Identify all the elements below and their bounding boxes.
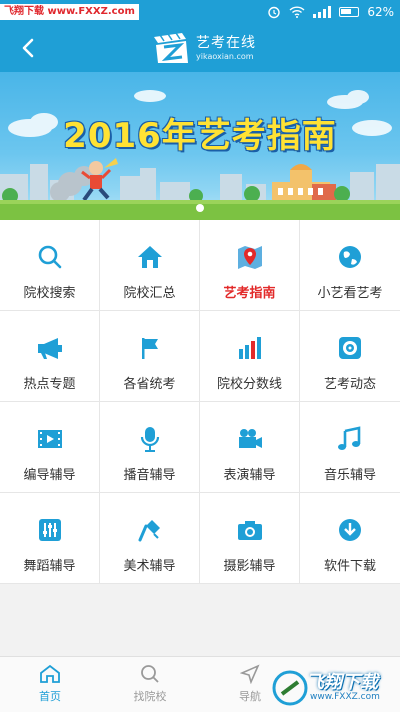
home-outline-icon	[40, 664, 60, 683]
alarm-icon	[268, 6, 281, 19]
signal-icon	[313, 6, 332, 18]
grid-item-label: 编导辅导	[23, 468, 76, 483]
camera-icon	[237, 521, 262, 540]
watermark-overlay: 飞翔下载 www.FXXZ.com	[270, 660, 400, 712]
grid-item-exam-guide[interactable]: 艺考指南	[200, 220, 300, 311]
music-note-icon	[338, 426, 361, 450]
status-bar: 飞翔下载 www.FXXZ.com 62%	[0, 0, 400, 24]
tab-home[interactable]: 首页	[0, 657, 100, 712]
megaphone-icon	[37, 338, 62, 359]
flag-icon	[141, 338, 158, 359]
carousel-dots	[0, 204, 400, 212]
paint-roller-icon	[138, 520, 160, 542]
grid-item-school-search[interactable]: 院校搜索	[0, 220, 100, 311]
battery-icon	[339, 7, 360, 17]
video-camera-icon	[238, 429, 262, 448]
grid-item-label: 表演辅导	[223, 468, 276, 483]
search-icon	[38, 245, 61, 269]
grid-item-label: 音乐辅导	[323, 468, 376, 483]
grid-item-acting-tutoring[interactable]: 表演辅导	[200, 402, 300, 493]
grid-item-label: 热点专题	[23, 377, 76, 392]
search-icon	[141, 665, 159, 683]
grid-item-label: 播音辅导	[123, 468, 176, 483]
grid-item-label: 舞蹈辅导	[23, 559, 76, 574]
grid-item-xiaoyi-view[interactable]: 小艺看艺考	[300, 220, 400, 311]
grid-item-dance-tutoring[interactable]: 舞蹈辅导	[0, 493, 100, 584]
grid-item-music-tutoring[interactable]: 音乐辅导	[300, 402, 400, 493]
grid-item-software-download[interactable]: 软件下载	[300, 493, 400, 584]
banner-title: 2016年艺考指南	[63, 116, 337, 156]
bar-chart-icon	[238, 337, 261, 359]
watermark-badge: 飞翔下载 www.FXXZ.com	[0, 4, 139, 20]
watermark-logo-icon	[272, 670, 308, 706]
grid-item-photography-tutoring[interactable]: 摄影辅导	[200, 493, 300, 584]
download-icon	[339, 519, 361, 541]
battery-level: 62%	[367, 5, 394, 19]
category-grid: 院校搜索 院校汇总 艺考指南 小艺看艺考 热点专题 各省统考 院校分数线 艺考动…	[0, 220, 400, 584]
wifi-icon	[289, 6, 305, 18]
grid-item-label: 摄影辅导	[223, 559, 276, 574]
grid-item-label: 小艺看艺考	[317, 286, 383, 301]
app-header: 艺考在线 yikaoxian.com	[0, 24, 400, 72]
grid-item-label: 美术辅导	[123, 559, 176, 574]
navigation-icon	[240, 664, 260, 684]
grid-item-score-lines[interactable]: 院校分数线	[200, 311, 300, 402]
app-logo: 艺考在线 yikaoxian.com	[152, 29, 256, 67]
logo-domain: yikaoxian.com	[196, 52, 254, 61]
grid-item-provincial-exams[interactable]: 各省统考	[100, 311, 200, 402]
grid-item-label: 院校搜索	[23, 286, 76, 301]
grid-item-label: 艺考动态	[323, 377, 376, 392]
watermark-url: www.FXXZ.com	[310, 692, 380, 702]
film-icon	[37, 430, 62, 448]
map-pin-icon	[237, 246, 262, 269]
grid-item-label: 软件下载	[323, 559, 376, 574]
watermark-text: 飞翔下载	[306, 672, 378, 693]
grid-item-directing-tutoring[interactable]: 编导辅导	[0, 402, 100, 493]
grid-item-label: 院校汇总	[123, 286, 176, 301]
home-icon	[137, 246, 162, 268]
grid-item-label: 各省统考	[123, 377, 176, 392]
promo-banner[interactable]: 2016年艺考指南	[0, 72, 400, 220]
grid-item-label: 院校分数线	[216, 377, 282, 392]
grid-item-label: 艺考指南	[223, 286, 276, 301]
status-icons: 62%	[267, 0, 394, 24]
speaker-icon	[339, 337, 361, 359]
tab-find-school[interactable]: 找院校	[100, 657, 200, 712]
grid-item-broadcasting-tutoring[interactable]: 播音辅导	[100, 402, 200, 493]
carousel-dot-active[interactable]	[196, 204, 204, 212]
back-button[interactable]	[14, 34, 42, 62]
grid-item-hot-topics[interactable]: 热点专题	[0, 311, 100, 402]
logo-mark-icon	[154, 32, 188, 63]
equalizer-icon	[38, 519, 61, 541]
globe-icon	[339, 246, 361, 268]
tab-label: 首页	[39, 690, 61, 703]
tab-label: 导航	[239, 690, 261, 703]
grid-item-art-tutoring[interactable]: 美术辅导	[100, 493, 200, 584]
chevron-left-icon	[22, 38, 34, 58]
tab-label: 找院校	[133, 690, 167, 703]
grid-item-school-summary[interactable]: 院校汇总	[100, 220, 200, 311]
microphone-icon	[140, 427, 159, 452]
logo-title: 艺考在线	[196, 35, 256, 51]
grid-item-exam-news[interactable]: 艺考动态	[300, 311, 400, 402]
